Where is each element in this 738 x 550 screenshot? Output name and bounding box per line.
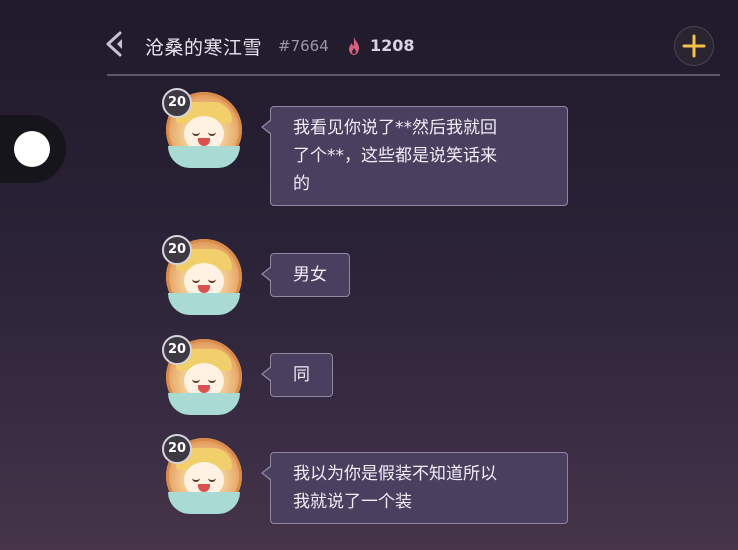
message-bubble[interactable]: 我看见你说了**然后我就回 了个**，这些都是说笑话来 的: [261, 106, 568, 206]
avatar-eye: [208, 474, 216, 482]
avatar-eye: [192, 128, 200, 136]
avatar-eye: [192, 275, 200, 283]
message-text-line: 我以为你是假装不知道所以: [293, 464, 497, 484]
avatar[interactable]: 20: [160, 432, 248, 518]
avatar-wave: [168, 393, 240, 415]
avatar-wave: [168, 492, 240, 514]
avatar-eye: [208, 128, 216, 136]
avatar-eye: [192, 375, 200, 383]
avatar[interactable]: 20: [160, 233, 248, 319]
message-text-line: 我看见你说了**然后我就回: [293, 118, 497, 138]
message-text-line: 的: [293, 174, 310, 194]
level-badge: 20: [162, 335, 192, 365]
message-bubble[interactable]: 我以为你是假装不知道所以 我就说了一个装: [261, 452, 568, 524]
user-tag: #7664: [278, 37, 329, 55]
back-button[interactable]: [100, 28, 132, 60]
header-divider: [107, 74, 720, 76]
plus-icon: [682, 34, 706, 58]
flame-icon: [349, 37, 359, 55]
chat-message: 20 同: [160, 333, 720, 423]
level-badge: 20: [162, 235, 192, 265]
avatar-wave: [168, 293, 240, 315]
chat-title: 沧桑的寒江雪: [145, 37, 263, 59]
message-text-line: 了个**，这些都是说笑话来: [293, 146, 497, 166]
chat-message: 20 我以为你是假装不知道所以 我就说了一个装: [160, 432, 720, 532]
level-badge: 20: [162, 434, 192, 464]
chat-message: 20 我看见你说了**然后我就回 了个**，这些都是说笑话来 的: [160, 86, 720, 216]
chat-message: 20 男女: [160, 233, 720, 323]
message-text-line: 我就说了一个装: [293, 492, 412, 512]
chat-header: 沧桑的寒江雪 #7664 1208: [0, 0, 738, 76]
add-button[interactable]: [674, 26, 714, 66]
floating-ball-button[interactable]: [0, 115, 66, 183]
avatar[interactable]: 20: [160, 333, 248, 419]
level-badge: 20: [162, 88, 192, 118]
message-bubble[interactable]: 同: [261, 353, 333, 397]
chevron-left-icon: [106, 31, 122, 57]
avatar-eye: [192, 474, 200, 482]
floating-ball-dot: [14, 131, 50, 167]
message-text-line: 同: [293, 365, 310, 385]
avatar-eye: [208, 275, 216, 283]
message-text-line: 男女: [293, 265, 327, 285]
heat-value: 1208: [370, 36, 415, 55]
avatar-eye: [208, 375, 216, 383]
avatar[interactable]: 20: [160, 86, 248, 172]
message-bubble[interactable]: 男女: [261, 253, 350, 297]
avatar-wave: [168, 146, 240, 168]
